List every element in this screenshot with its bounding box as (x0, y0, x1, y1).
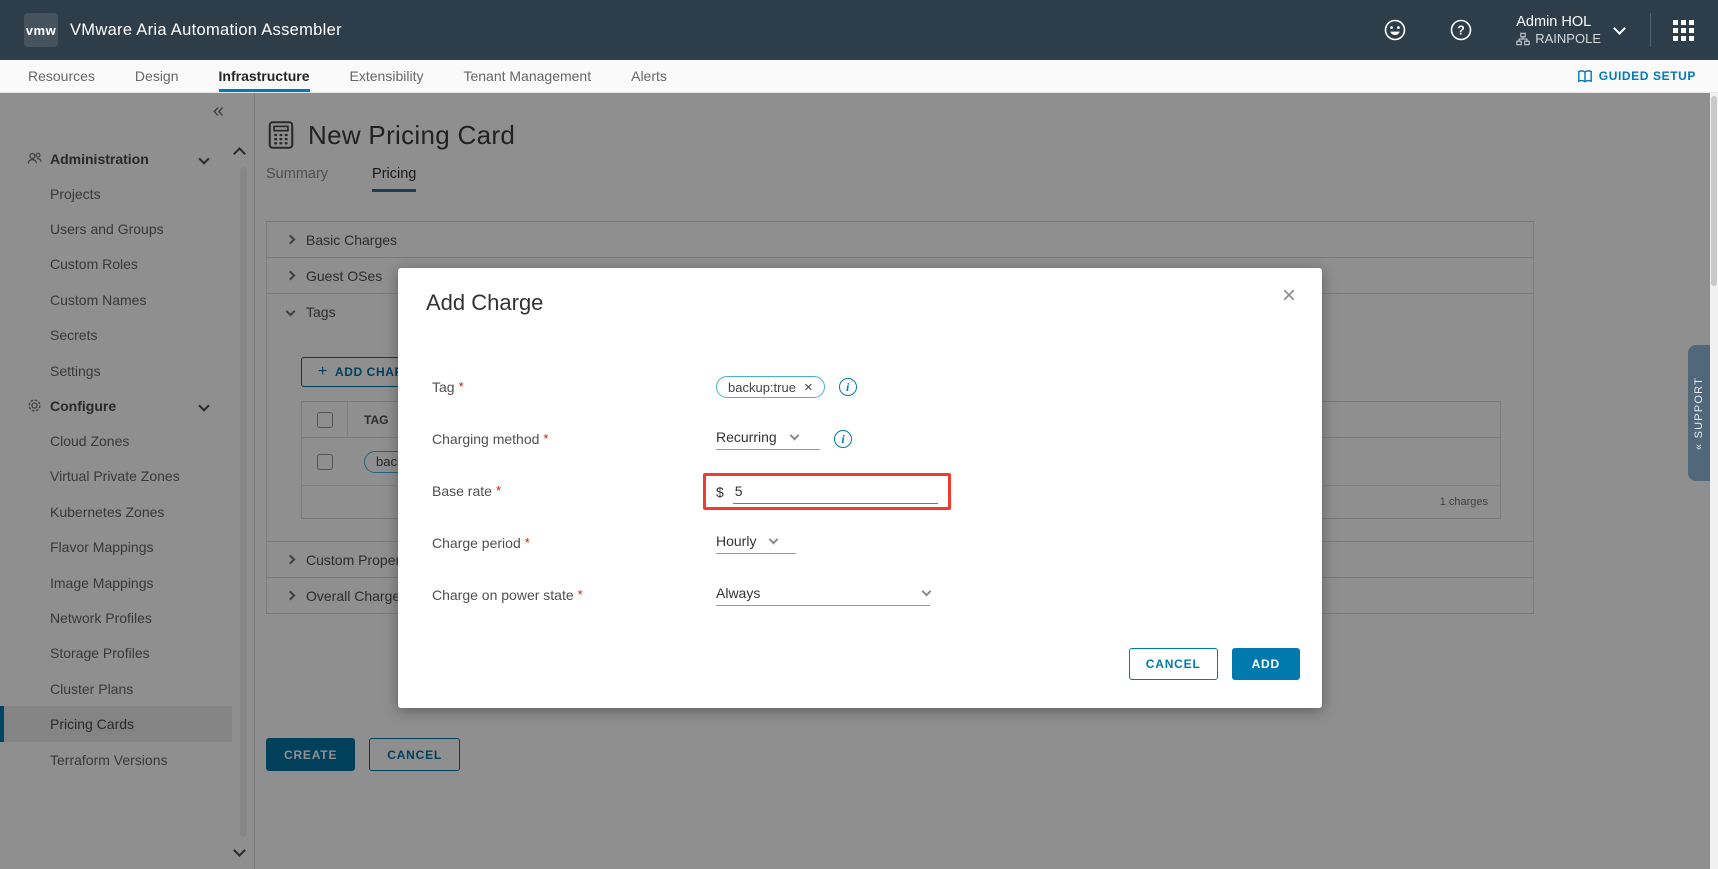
nav-tab-design[interactable]: Design (135, 60, 179, 92)
field-row-charging-method: Charging method * Recurring i (432, 413, 1288, 465)
support-tab-label: « SUPPORT (1693, 377, 1705, 450)
field-row-base-rate: Base rate * $ (432, 465, 1288, 517)
org-name: RAINPOLE (1535, 31, 1601, 47)
currency-prefix: $ (716, 484, 724, 504)
base-rate-highlight-box: $ (703, 473, 951, 510)
header-divider (1650, 13, 1651, 47)
required-asterisk: * (496, 483, 501, 498)
nav-tab-resources[interactable]: Resources (28, 60, 95, 92)
modal-actions: CANCEL ADD (1129, 648, 1300, 680)
user-name: Admin HOL (1516, 13, 1601, 31)
support-tab[interactable]: « SUPPORT (1688, 345, 1710, 481)
org-icon (1516, 32, 1530, 46)
tag-value: backup:true (728, 380, 796, 395)
tag-label: Tag (432, 379, 455, 395)
screen: vmw VMware Aria Automation Assembler ? A… (0, 0, 1718, 869)
guided-setup-label: GUIDED SETUP (1599, 69, 1696, 83)
modal-title: Add Charge (426, 290, 543, 316)
page-scrollbar-thumb[interactable] (1711, 96, 1717, 286)
nav-tabs: Resources Design Infrastructure Extensibili… (28, 60, 707, 92)
required-asterisk: * (525, 535, 530, 550)
main-nav: Resources Design Infrastructure Extensibili… (0, 60, 1718, 93)
page-scrollbar[interactable] (1710, 93, 1718, 869)
remove-tag-icon[interactable]: × (804, 380, 813, 395)
field-row-charge-on-power-state: Charge on power state * Always (432, 569, 1288, 621)
app-switcher-icon[interactable] (1673, 20, 1694, 41)
tag-pill: backup:true × (716, 376, 825, 398)
charging-method-info-icon[interactable]: i (834, 430, 852, 448)
nav-tab-extensibility[interactable]: Extensibility (350, 60, 424, 92)
tag-info-icon[interactable]: i (839, 378, 857, 396)
svg-text:?: ? (1457, 23, 1465, 37)
nav-tab-alerts[interactable]: Alerts (631, 60, 667, 92)
required-asterisk: * (543, 431, 548, 446)
nav-tab-tenant-management[interactable]: Tenant Management (463, 60, 591, 92)
field-row-tag: Tag * backup:true × i (432, 361, 1288, 413)
nav-tab-infrastructure[interactable]: Infrastructure (219, 60, 310, 92)
modal-cancel-button[interactable]: CANCEL (1129, 648, 1218, 680)
book-icon (1577, 69, 1593, 84)
user-menu[interactable]: Admin HOL RAINPOLE (1516, 13, 1601, 47)
vmware-logo-text: vmw (26, 23, 56, 38)
chevron-down-icon (922, 587, 932, 597)
chevron-down-icon (769, 535, 779, 545)
guided-setup-link[interactable]: GUIDED SETUP (1577, 60, 1696, 92)
charge-period-select[interactable]: Hourly (716, 533, 796, 554)
required-asterisk: * (459, 379, 464, 394)
charging-method-select[interactable]: Recurring (716, 429, 820, 450)
modal-close-icon[interactable]: × (1282, 284, 1296, 308)
help-icon[interactable]: ? (1448, 17, 1474, 43)
user-chevron-down-icon[interactable] (1613, 22, 1626, 35)
app-title: VMware Aria Automation Assembler (70, 21, 342, 40)
vmware-logo[interactable]: vmw (24, 13, 58, 47)
base-rate-label: Base rate (432, 483, 492, 499)
header-right: ? Admin HOL RAINPOLE (1342, 13, 1694, 47)
feedback-smiley-icon[interactable] (1382, 17, 1408, 43)
add-charge-form: Tag * backup:true × i Charging method * Re… (432, 361, 1288, 621)
base-rate-input[interactable] (733, 483, 938, 504)
modal-add-button[interactable]: ADD (1232, 648, 1300, 680)
app-header: vmw VMware Aria Automation Assembler ? A… (0, 0, 1718, 60)
chevron-down-icon (789, 431, 799, 441)
charging-method-label: Charging method (432, 431, 539, 447)
charge-on-power-state-select[interactable]: Always (716, 585, 930, 606)
add-charge-modal: Add Charge × Tag * backup:true × i Chargi… (398, 268, 1322, 708)
charge-period-label: Charge period (432, 535, 521, 551)
field-row-charge-period: Charge period * Hourly (432, 517, 1288, 569)
charge-on-power-state-label: Charge on power state (432, 587, 574, 603)
required-asterisk: * (578, 587, 583, 602)
